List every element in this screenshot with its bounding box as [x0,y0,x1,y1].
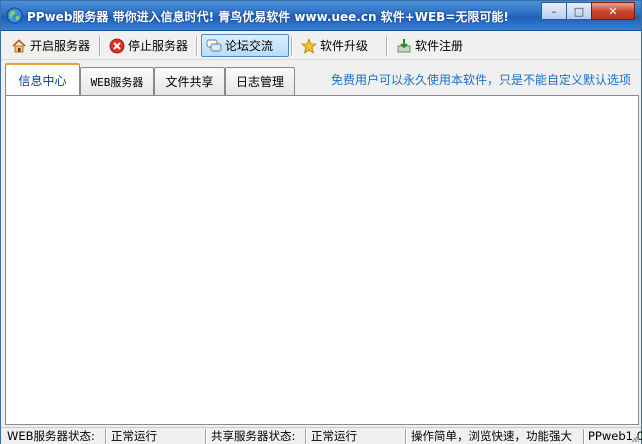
toolbar-separator [291,36,292,56]
close-button[interactable]: ✕ [591,2,635,20]
web-status-value: 正常运行 [111,429,157,443]
stop-icon [109,38,125,53]
tab-label: 日志管理 [235,75,284,89]
register-button[interactable]: 软件注册 [392,34,467,57]
window-title: PPweb服务器 带你进入信息时代! 青鸟优易软件 www.uee.cn 软件+… [27,10,509,24]
start-server-label: 开启服务器 [30,39,91,53]
tab-strip: 信息中心 WEB服务器 文件共享 日志管理 免费用户可以永久使用本软件，只是不能… [1,61,641,95]
chat-bubbles-icon [206,39,222,51]
tab-file-share[interactable]: 文件共享 [154,67,225,95]
start-server-button[interactable]: 开启服务器 [7,34,94,57]
star-icon [301,37,317,54]
toolbar-separator [196,36,197,56]
install-icon [397,38,411,52]
minimize-icon: – [551,4,557,18]
maximize-button[interactable]: □ [566,2,592,20]
tab-web-server[interactable]: WEB服务器 [80,67,154,95]
minimize-button[interactable]: – [541,2,567,20]
forum-button[interactable]: 论坛交流 [201,34,289,57]
status-divider [205,429,206,444]
license-notice: 免费用户可以永久使用本软件，只是不能自定义默认选项 [330,73,631,87]
home-icon [12,38,26,52]
status-divider [105,429,106,444]
toolbar-separator [386,36,387,56]
slogan-text: 操作简单，浏览快速，功能强大 [411,429,572,443]
upgrade-label: 软件升级 [320,39,369,53]
upgrade-button[interactable]: 软件升级 [297,34,372,57]
tab-info-center[interactable]: 信息中心 [5,63,80,95]
status-divider [305,429,306,444]
app-window: PPweb服务器 带你进入信息时代! 青鸟优易软件 www.uee.cn 软件+… [0,0,642,444]
resize-grip-icon[interactable] [630,433,640,443]
status-bar: WEB服务器状态: 正常运行 共享服务器状态: 正常运行 操作简单，浏览快速，功… [1,427,642,444]
caption-buttons: – □ ✕ [541,2,635,22]
title-bar[interactable]: PPweb服务器 带你进入信息时代! 青鸟优易软件 www.uee.cn 软件+… [1,1,641,31]
tab-label: WEB服务器 [90,75,144,89]
info-center-panel [5,95,639,425]
share-status-label: 共享服务器状态: [211,429,296,443]
status-divider [405,429,406,444]
close-icon: ✕ [608,4,618,18]
register-label: 软件注册 [415,39,464,53]
toolbar: 开启服务器 停止服务器 论坛交流 软件升级 软件注册 [1,32,641,60]
tab-log-management[interactable]: 日志管理 [225,67,295,95]
globe-icon[interactable] [6,7,23,24]
tab-label: 文件共享 [165,75,214,89]
stop-server-label: 停止服务器 [128,39,189,53]
web-status-label: WEB服务器状态: [7,429,95,443]
stop-server-button[interactable]: 停止服务器 [105,34,192,57]
maximize-icon: □ [573,4,585,18]
toolbar-separator [99,36,100,56]
tab-label: 信息中心 [18,73,67,88]
forum-label: 论坛交流 [225,39,274,53]
share-status-value: 正常运行 [311,429,357,443]
status-divider [583,429,584,444]
